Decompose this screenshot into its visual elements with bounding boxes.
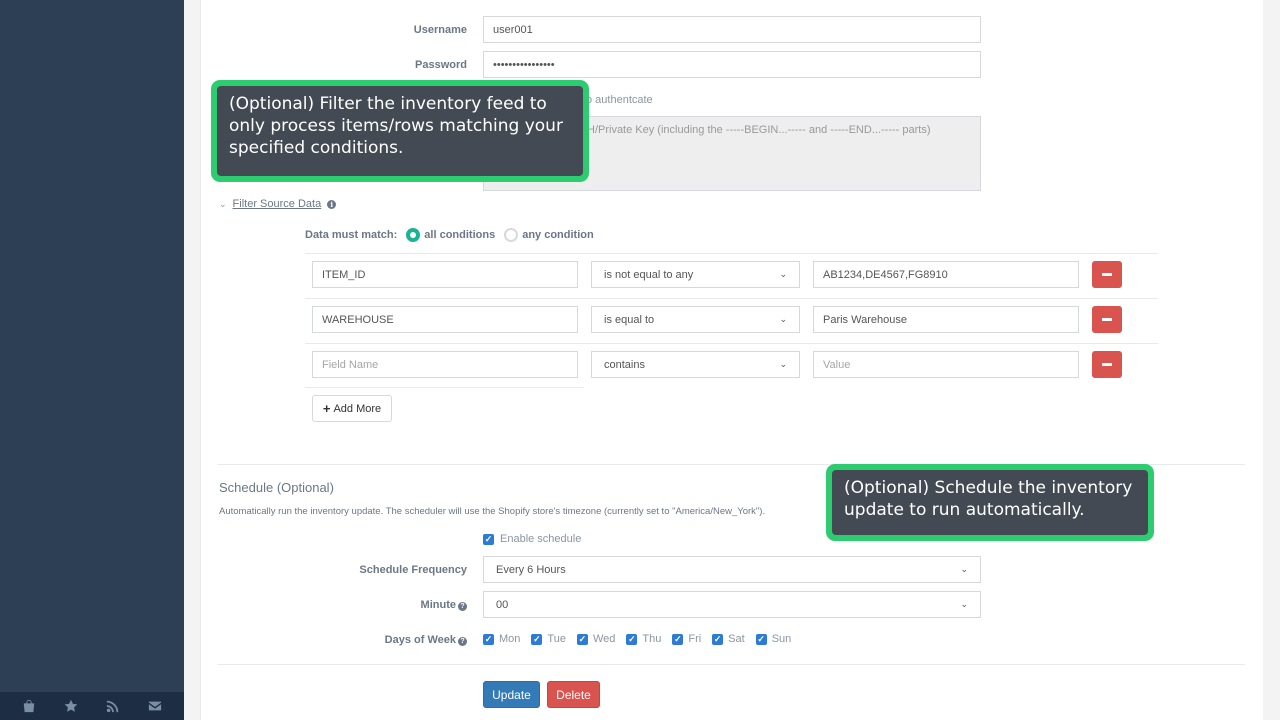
day-label: Wed	[592, 633, 616, 645]
day-wed[interactable]: ✓ Wed	[576, 633, 616, 645]
day-checkbox[interactable]: ✓	[755, 633, 767, 645]
day-sat[interactable]: ✓ Sat	[712, 633, 745, 645]
remove-condition-button[interactable]	[1092, 261, 1122, 288]
days-of-week-label-wrap: Days of Week?	[360, 634, 467, 646]
private-key-placeholder: H/Private Key (including the -----BEGIN.…	[587, 124, 931, 136]
day-fri[interactable]: ✓ Fri	[672, 633, 701, 645]
tutorial-callout-filter: (Optional) Filter the inventory feed to …	[211, 80, 589, 182]
username-label: Username	[413, 24, 467, 36]
schedule-frequency-value: Every 6 Hours	[496, 563, 566, 576]
filter-source-data-toggle[interactable]: ⌄ Filter Source Data i	[219, 198, 337, 210]
schedule-frequency-label: Schedule Frequency	[359, 564, 467, 576]
chevron-down-icon: ⌄	[219, 198, 227, 209]
remove-condition-button[interactable]	[1092, 306, 1122, 333]
condition-operator-value: contains	[604, 358, 645, 371]
help-icon[interactable]: ?	[458, 602, 467, 611]
condition-operator-select[interactable]: contains ⌄	[591, 351, 800, 378]
minute-label: Minute	[420, 599, 456, 611]
rss-icon[interactable]	[105, 698, 121, 714]
tutorial-callout-schedule: (Optional) Schedule the inventory update…	[826, 464, 1154, 541]
divider	[305, 298, 1158, 299]
condition-value-input[interactable]: AB1234,DE4567,FG8910	[813, 261, 1079, 288]
days-of-week-label: Days of Week	[384, 634, 456, 646]
envelope-icon[interactable]	[147, 698, 163, 714]
radio-all-conditions[interactable]	[406, 228, 421, 242]
update-button[interactable]: Update	[483, 681, 540, 708]
chevron-down-icon: ⌄	[779, 359, 787, 369]
day-label: Sat	[728, 633, 745, 645]
day-label: Mon	[499, 633, 521, 645]
day-label: Sun	[771, 633, 792, 645]
day-checkbox[interactable]: ✓	[531, 633, 543, 645]
password-input[interactable]: ••••••••••••••••	[483, 51, 981, 78]
day-mon[interactable]: ✓ Mon	[483, 633, 520, 645]
enable-schedule-checkbox[interactable]: ✓	[483, 533, 494, 545]
day-thu[interactable]: ✓ Thu	[626, 633, 661, 645]
sidebar-footer	[0, 692, 184, 720]
callout-text: (Optional) Filter the inventory feed to …	[217, 86, 583, 176]
day-sun[interactable]: ✓ Sun	[755, 633, 792, 645]
match-label: Data must match:	[305, 229, 398, 241]
days-of-week: ✓ Mon ✓ Tue ✓ Wed ✓ Thu ✓ Fri ✓ Sat ✓ Sun	[483, 633, 802, 645]
day-checkbox[interactable]: ✓	[576, 633, 588, 645]
condition-field-input[interactable]: WAREHOUSE	[312, 306, 578, 333]
radio-any-condition[interactable]	[504, 228, 519, 242]
day-label: Fri	[688, 633, 702, 645]
condition-value-input[interactable]: Value	[813, 351, 1079, 378]
minus-icon	[1102, 273, 1112, 276]
radio-any-condition-label[interactable]: any condition	[522, 229, 594, 241]
schedule-description: Automatically run the inventory update. …	[219, 506, 766, 517]
radio-all-conditions-label[interactable]: all conditions	[424, 229, 495, 241]
chevron-down-icon: ⌄	[960, 564, 968, 574]
day-checkbox[interactable]: ✓	[672, 633, 684, 645]
add-more-label: Add More	[333, 402, 382, 415]
divider	[305, 387, 584, 388]
schedule-frequency-select[interactable]: Every 6 Hours ⌄	[483, 556, 981, 583]
auth-hint: o authentcate	[586, 94, 653, 106]
condition-operator-value: is not equal to any	[604, 268, 694, 281]
chevron-down-icon: ⌄	[779, 269, 787, 279]
sidebar	[0, 0, 184, 720]
minute-select[interactable]: 00 ⌄	[483, 591, 981, 618]
divider	[305, 343, 1158, 344]
chevron-down-icon: ⌄	[779, 314, 787, 324]
minus-icon	[1102, 363, 1112, 366]
condition-field-input[interactable]: Field Name	[312, 351, 578, 378]
help-icon[interactable]: ?	[458, 637, 467, 646]
day-checkbox[interactable]: ✓	[483, 633, 494, 645]
left-gutter	[184, 0, 200, 720]
info-icon[interactable]: i	[327, 199, 337, 209]
delete-button[interactable]: Delete	[547, 681, 600, 708]
day-label: Thu	[642, 633, 662, 645]
condition-operator-select[interactable]: is not equal to any ⌄	[591, 261, 800, 288]
condition-field-input[interactable]: ITEM_ID	[312, 261, 578, 288]
chevron-down-icon: ⌄	[960, 599, 968, 609]
condition-value-input[interactable]: Paris Warehouse	[813, 306, 1079, 333]
add-more-button[interactable]: + Add More	[312, 395, 392, 422]
shopping-bag-icon[interactable]	[21, 698, 37, 714]
minute-value: 00	[496, 598, 509, 611]
filter-source-data-link[interactable]: Filter Source Data	[233, 198, 322, 210]
day-checkbox[interactable]: ✓	[626, 633, 638, 645]
password-label: Password	[415, 59, 467, 71]
match-mode: Data must match: all conditions any cond…	[305, 228, 594, 242]
day-label: Tue	[547, 633, 566, 645]
schedule-title: Schedule (Optional)	[219, 480, 334, 495]
divider	[305, 253, 1158, 254]
minus-icon	[1102, 318, 1112, 321]
callout-text: (Optional) Schedule the inventory update…	[832, 470, 1148, 535]
condition-operator-select[interactable]: is equal to ⌄	[591, 306, 800, 333]
day-checkbox[interactable]: ✓	[712, 633, 724, 645]
section-divider	[218, 664, 1245, 665]
day-tue[interactable]: ✓ Tue	[531, 633, 566, 645]
enable-schedule-label: Enable schedule	[500, 533, 582, 545]
star-icon[interactable]	[63, 698, 79, 714]
enable-schedule[interactable]: ✓ Enable schedule	[483, 533, 581, 545]
scrollbar-track[interactable]	[1263, 0, 1280, 720]
plus-icon: +	[322, 401, 331, 416]
minute-label-wrap: Minute?	[380, 599, 467, 611]
remove-condition-button[interactable]	[1092, 351, 1122, 378]
condition-operator-value: is equal to	[604, 313, 655, 326]
username-input[interactable]: user001	[483, 16, 981, 43]
